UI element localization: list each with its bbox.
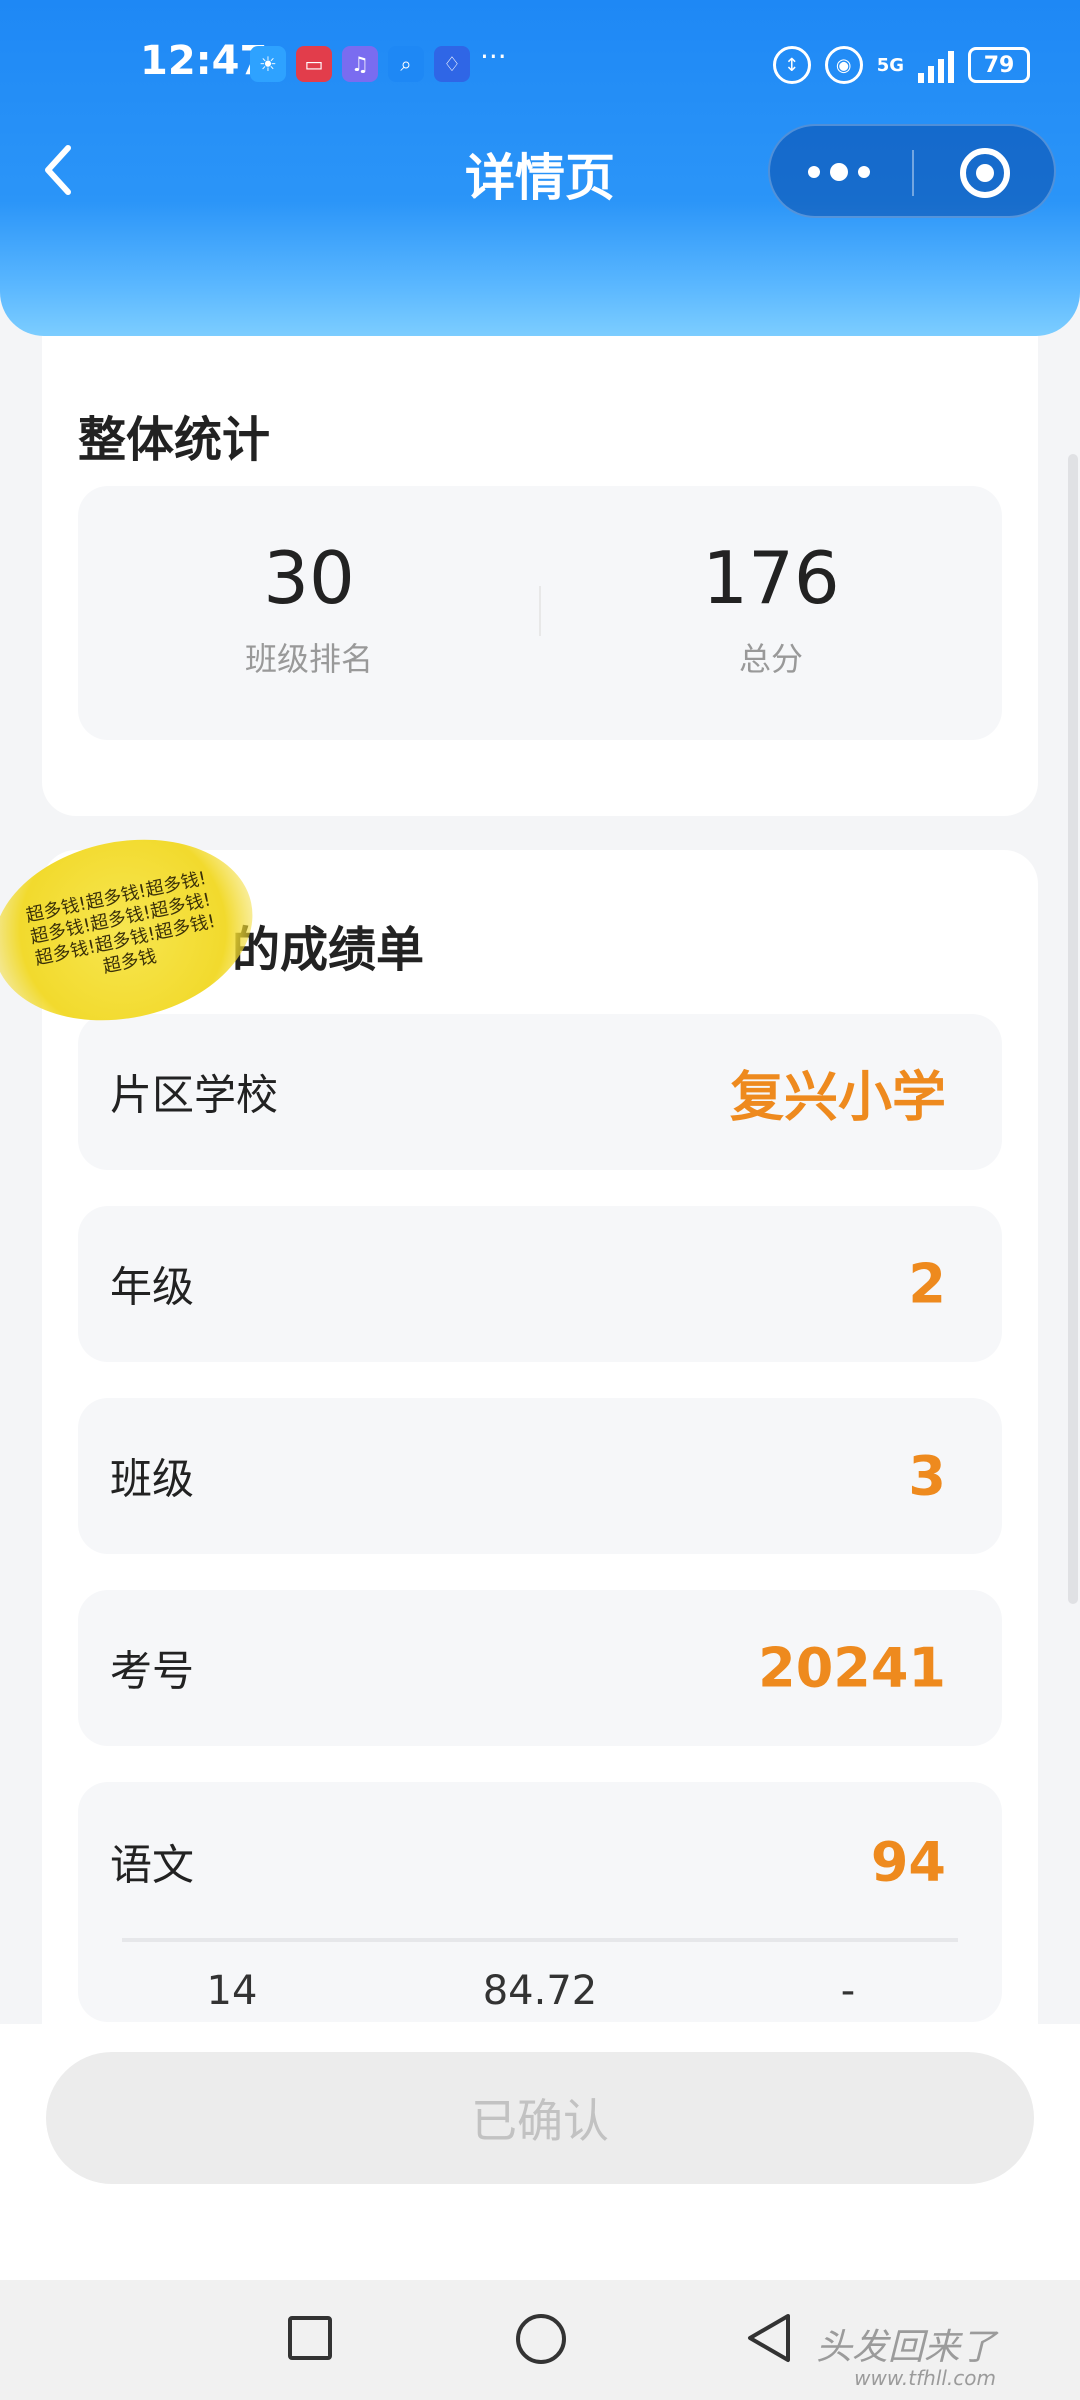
huawei-store-icon: ▭ — [296, 46, 332, 82]
watermark-text: 头发回来了 — [816, 2327, 997, 2368]
subject-detail-other: - — [840, 1968, 856, 2014]
music-icon: ♫ — [342, 46, 378, 82]
more-notifications: ··· — [480, 40, 507, 73]
battery-level: 79 — [983, 52, 1015, 78]
total-score-label: 总分 — [738, 640, 803, 678]
signal-icon — [918, 47, 954, 83]
capsule-divider — [912, 150, 914, 196]
subject-details: 14 84.72 - — [78, 1968, 1002, 2014]
watermark-url: www.tfhll.com — [854, 2366, 997, 2390]
subject-detail-rank: 14 — [206, 1968, 258, 2014]
school-label: 片区学校 — [110, 1070, 279, 1120]
status-indicators: ↕ ◉ 5G 79 — [772, 46, 1030, 84]
stats-box: 30 班级排名 176 总分 — [78, 486, 1002, 740]
weather-icon: ☀ — [250, 46, 286, 82]
eye-comfort-icon: ◉ — [824, 46, 863, 84]
school-value: 复兴小学 — [730, 1065, 946, 1129]
class-value: 3 — [908, 1444, 946, 1508]
total-score-value: 176 — [702, 536, 840, 620]
network-type: 5G — [876, 54, 904, 76]
report-card: 的成绩单 片区学校 复兴小学 年级 2 班级 3 考号 20241 语文 94 … — [42, 850, 1038, 2080]
confirmed-button[interactable]: 已确认 — [46, 2052, 1034, 2184]
close-miniprogram-button[interactable] — [960, 148, 1010, 198]
exam-number-value: 20241 — [758, 1636, 946, 1700]
class-label: 班级 — [110, 1454, 195, 1504]
class-rank-value: 30 — [263, 536, 355, 620]
class-row: 班级 3 — [78, 1398, 1002, 1554]
overall-stats-title: 整体统计 — [78, 412, 271, 468]
exam-number-row: 考号 20241 — [78, 1590, 1002, 1746]
recent-apps-icon[interactable] — [288, 2316, 332, 2360]
grade-value: 2 — [908, 1252, 946, 1316]
subject-divider — [122, 1938, 958, 1942]
subject-label: 语文 — [110, 1840, 195, 1890]
grade-row: 年级 2 — [78, 1206, 1002, 1362]
school-row: 片区学校 复兴小学 — [78, 1014, 1002, 1170]
search-app-icon: ⌕ — [388, 46, 424, 82]
class-rank-label: 班级排名 — [244, 640, 373, 678]
report-title: 的成绩单 — [232, 922, 425, 978]
grade-label: 年级 — [110, 1262, 195, 1312]
subject-detail-average: 84.72 — [482, 1968, 598, 2014]
home-icon[interactable] — [516, 2314, 566, 2364]
watermark: 头发回来了 www.tfhll.com — [816, 2318, 996, 2390]
miniprogram-capsule — [768, 124, 1056, 218]
scrollbar[interactable] — [1068, 454, 1078, 1604]
exam-number-label: 考号 — [110, 1646, 195, 1696]
notification-icons: ☀ ▭ ♫ ⌕ ♢ — [250, 46, 470, 82]
class-rank-stat: 30 班级排名 — [78, 536, 540, 680]
chinese-subject-row: 语文 94 14 84.72 - — [78, 1782, 1002, 2022]
total-score-stat: 176 总分 — [540, 536, 1002, 680]
data-saver-icon: ↕ — [772, 46, 811, 84]
status-time: 12:47 — [140, 38, 268, 84]
battery-icon: 79 — [968, 47, 1030, 83]
subject-score: 94 — [870, 1830, 946, 1894]
more-menu-button[interactable] — [808, 154, 870, 190]
tips-icon: ♢ — [434, 46, 470, 82]
status-bar: 12:47 ☀ ▭ ♫ ⌕ ♢ ··· ↕ ◉ 5G 79 — [0, 0, 1080, 130]
overall-stats-card: 整体统计 30 班级排名 176 总分 — [42, 336, 1038, 816]
system-back-icon[interactable] — [744, 2310, 794, 2370]
